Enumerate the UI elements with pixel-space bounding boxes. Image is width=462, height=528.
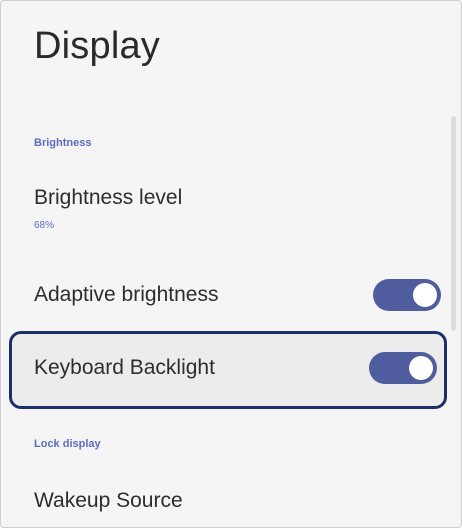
brightness-level-value: 68% [34, 220, 55, 231]
adaptive-brightness-toggle[interactable] [373, 279, 441, 311]
display-settings-screen: Display Brightness Brightness level 68% … [0, 0, 462, 528]
wakeup-source-label: Wakeup Source [34, 489, 183, 512]
adaptive-brightness-label: Adaptive brightness [34, 283, 219, 306]
brightness-level-label: Brightness level [34, 186, 183, 209]
page-title: Display [34, 25, 160, 67]
toggle-knob [413, 283, 437, 307]
brightness-level-item[interactable]: Brightness level 68% [1, 176, 461, 246]
section-header-lock-display: Lock display [34, 438, 101, 450]
keyboard-backlight-toggle[interactable] [369, 352, 437, 384]
toggle-knob [409, 356, 433, 380]
keyboard-backlight-label: Keyboard Backlight [34, 356, 215, 379]
keyboard-backlight-item[interactable]: Keyboard Backlight [1, 334, 461, 406]
adaptive-brightness-item[interactable]: Adaptive brightness [1, 263, 461, 327]
wakeup-source-item[interactable]: Wakeup Source [1, 471, 461, 527]
section-header-brightness: Brightness [34, 137, 92, 149]
